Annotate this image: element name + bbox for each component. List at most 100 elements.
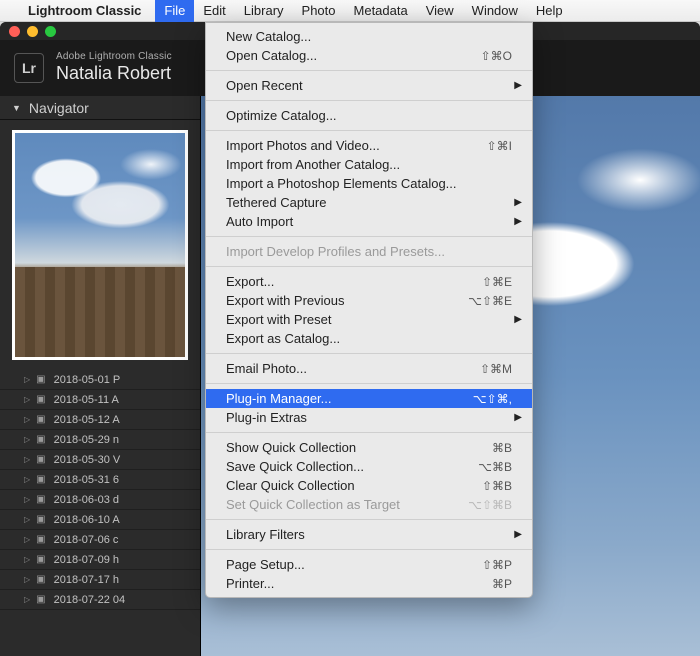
menu-item-import-a-photoshop-elements-catalog[interactable]: Import a Photoshop Elements Catalog...	[206, 174, 532, 193]
submenu-arrow-icon: ▶	[514, 197, 522, 208]
menu-item-optimize-catalog[interactable]: Optimize Catalog...	[206, 106, 532, 125]
menu-item-label: Export...	[226, 274, 472, 289]
folder-name: 2018-06-03 d	[54, 494, 119, 506]
navigator-panel-header[interactable]: ▼ Navigator	[0, 96, 200, 120]
folder-row[interactable]: ▷▣2018-07-22 04	[0, 590, 200, 610]
macos-menubar: Lightroom Classic FileEditLibraryPhotoMe…	[0, 0, 700, 22]
close-icon[interactable]	[9, 26, 20, 37]
navigator-preview[interactable]	[12, 130, 188, 360]
disclosure-triangle-icon: ▷	[24, 395, 30, 404]
folder-row[interactable]: ▷▣2018-05-29 n	[0, 430, 200, 450]
menubar-item-metadata[interactable]: Metadata	[345, 0, 417, 22]
folder-row[interactable]: ▷▣2018-05-11 A	[0, 390, 200, 410]
menu-item-import-from-another-catalog[interactable]: Import from Another Catalog...	[206, 155, 532, 174]
menu-separator	[206, 549, 532, 550]
submenu-arrow-icon: ▶	[514, 529, 522, 540]
file-menu-dropdown: New Catalog... Open Catalog...⇧⌘O Open Rec…	[205, 22, 533, 598]
folder-icon: ▣	[36, 434, 45, 445]
disclosure-triangle-icon: ▷	[24, 555, 30, 564]
menu-item-shortcut: ⇧⌘E	[482, 275, 512, 289]
disclosure-triangle-icon: ▷	[24, 575, 30, 584]
folder-row[interactable]: ▷▣2018-07-09 h	[0, 550, 200, 570]
menu-item-auto-import[interactable]: Auto Import▶	[206, 212, 532, 231]
menu-item-export[interactable]: Export... ⇧⌘E	[206, 272, 532, 291]
menu-separator	[206, 236, 532, 237]
menu-item-new-catalog[interactable]: New Catalog...	[206, 27, 532, 46]
menu-item-save-quick-collection[interactable]: Save Quick Collection... ⌥⌘B	[206, 457, 532, 476]
menu-item-export-with-preset[interactable]: Export with Preset▶	[206, 310, 532, 329]
disclosure-triangle-icon: ▷	[24, 595, 30, 604]
menu-item-shortcut: ⇧⌘B	[482, 479, 512, 493]
menu-item-label: Import Develop Profiles and Presets...	[226, 244, 512, 259]
menubar-item-photo[interactable]: Photo	[293, 0, 345, 22]
folder-name: 2018-06-10 A	[54, 514, 120, 526]
identity-plate: Natalia Robert	[56, 63, 172, 85]
submenu-arrow-icon: ▶	[514, 412, 522, 423]
menu-item-label: Save Quick Collection...	[226, 459, 468, 474]
menu-item-label: Library Filters	[226, 527, 512, 542]
menu-item-page-setup[interactable]: Page Setup...⇧⌘P	[206, 555, 532, 574]
zoom-icon[interactable]	[45, 26, 56, 37]
menu-separator	[206, 130, 532, 131]
folder-icon: ▣	[36, 374, 45, 385]
menu-item-plug-in-manager[interactable]: Plug-in Manager...⌥⇧⌘,	[206, 389, 532, 408]
menu-item-plug-in-extras[interactable]: Plug-in Extras▶	[206, 408, 532, 427]
menu-item-label: Optimize Catalog...	[226, 108, 512, 123]
folder-row[interactable]: ▷▣2018-05-12 A	[0, 410, 200, 430]
folder-name: 2018-07-06 c	[54, 534, 119, 546]
menu-separator	[206, 70, 532, 71]
menu-item-label: Export as Catalog...	[226, 331, 512, 346]
disclosure-triangle-icon: ▷	[24, 535, 30, 544]
menu-separator	[206, 266, 532, 267]
lightroom-logo-icon: Lr	[14, 53, 44, 83]
menu-item-clear-quick-collection[interactable]: Clear Quick Collection⇧⌘B	[206, 476, 532, 495]
submenu-arrow-icon: ▶	[514, 80, 522, 91]
folder-row[interactable]: ▷▣2018-07-17 h	[0, 570, 200, 590]
menu-item-shortcut: ⇧⌘O	[481, 49, 512, 63]
menu-item-shortcut: ⌥⌘B	[478, 460, 512, 474]
menu-item-show-quick-collection[interactable]: Show Quick Collection⌘B	[206, 438, 532, 457]
folder-row[interactable]: ▷▣2018-07-06 c	[0, 530, 200, 550]
folder-list: ▷ ▣ 2018-05-01 P ▷▣2018-05-11 A▷▣2018-05-12…	[0, 370, 200, 656]
folder-name: 2018-05-01 P	[54, 374, 121, 386]
menu-item-shortcut: ⌥⇧⌘E	[468, 294, 512, 308]
minimize-icon[interactable]	[27, 26, 38, 37]
menubar-item-edit[interactable]: Edit	[194, 0, 234, 22]
folder-row[interactable]: ▷▣2018-05-30 V	[0, 450, 200, 470]
folder-row[interactable]: ▷▣2018-06-03 d	[0, 490, 200, 510]
menu-item-label: Set Quick Collection as Target	[226, 497, 458, 512]
folder-row[interactable]: ▷▣2018-05-01 P	[0, 370, 200, 390]
folder-name: 2018-05-30 V	[54, 454, 121, 466]
folder-row[interactable]: ▷▣2018-06-10 A	[0, 510, 200, 530]
menu-separator	[206, 383, 532, 384]
menu-item-email-photo[interactable]: Email Photo...⇧⌘M	[206, 359, 532, 378]
menu-item-export-with-previous[interactable]: Export with Previous⌥⇧⌘E	[206, 291, 532, 310]
menubar-item-library[interactable]: Library	[235, 0, 293, 22]
menu-item-open-recent[interactable]: Open Recent▶	[206, 76, 532, 95]
menubar-item-help[interactable]: Help	[527, 0, 572, 22]
menu-item-label: Plug-in Extras	[226, 410, 512, 425]
menu-separator	[206, 100, 532, 101]
menu-separator	[206, 519, 532, 520]
folder-row[interactable]: ▷▣2018-05-31 6	[0, 470, 200, 490]
menu-item-import-photos-and-video[interactable]: Import Photos and Video...⇧⌘I	[206, 136, 532, 155]
menu-item-open-catalog[interactable]: Open Catalog...⇧⌘O	[206, 46, 532, 65]
menu-item-export-as-catalog[interactable]: Export as Catalog...	[206, 329, 532, 348]
menubar-item-file[interactable]: File	[155, 0, 194, 22]
menu-item-printer[interactable]: Printer...⌘P	[206, 574, 532, 593]
menu-item-label: Show Quick Collection	[226, 440, 482, 455]
menubar-item-window[interactable]: Window	[463, 0, 527, 22]
menu-item-shortcut: ⌘P	[492, 577, 512, 591]
menu-item-label: New Catalog...	[226, 29, 512, 44]
folder-name: 2018-07-09 h	[54, 554, 119, 566]
folder-name: 2018-07-22 04	[54, 594, 126, 606]
menubar-item-view[interactable]: View	[417, 0, 463, 22]
menu-item-label: Export with Preset	[226, 312, 512, 327]
left-panel: ▼ Navigator ▷ ▣ 2018-05-01 P ▷▣2018-05-11 A…	[0, 96, 201, 656]
menu-item-shortcut: ⇧⌘M	[480, 362, 512, 376]
folder-name: 2018-05-31 6	[54, 474, 119, 486]
menu-item-library-filters[interactable]: Library Filters▶	[206, 525, 532, 544]
menu-item-import-develop-profiles-and-presets: Import Develop Profiles and Presets...	[206, 242, 532, 261]
menubar-app-name[interactable]: Lightroom Classic	[28, 3, 141, 18]
menu-item-tethered-capture[interactable]: Tethered Capture▶	[206, 193, 532, 212]
